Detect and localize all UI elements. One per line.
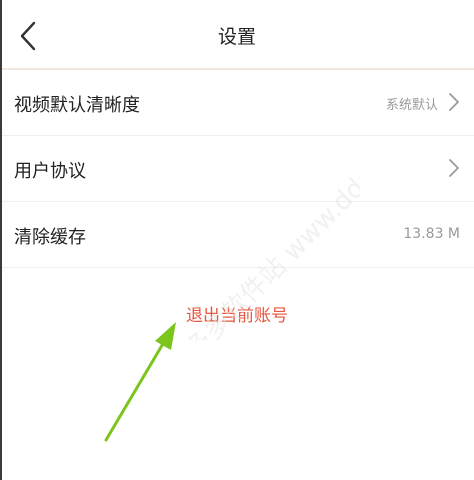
settings-screen: 设置 视频默认清晰度 系统默认 用户协议 清除缓存 13.83 M 退出当前账号… — [0, 0, 474, 480]
page-title: 设置 — [217, 26, 256, 48]
row-divider — [2, 267, 474, 268]
chevron-right-icon — [449, 93, 459, 111]
menu-item-value: 系统默认 — [385, 98, 438, 113]
menu-item-label: 视频默认清晰度 — [14, 95, 140, 116]
chevron-right-icon — [449, 159, 459, 177]
menu-item-label: 清除缓存 — [14, 227, 86, 248]
logout-button[interactable]: 退出当前账号 — [0, 301, 474, 326]
menu-item-label: 用户协议 — [14, 161, 86, 182]
menu-item-video-quality[interactable]: 视频默认清晰度 系统默认 — [2, 70, 474, 136]
cache-size-value: 13.83 M — [403, 226, 460, 242]
menu-item-user-agreement[interactable]: 用户协议 — [2, 136, 474, 202]
menu-item-clear-cache[interactable]: 清除缓存 13.83 M — [2, 202, 474, 268]
